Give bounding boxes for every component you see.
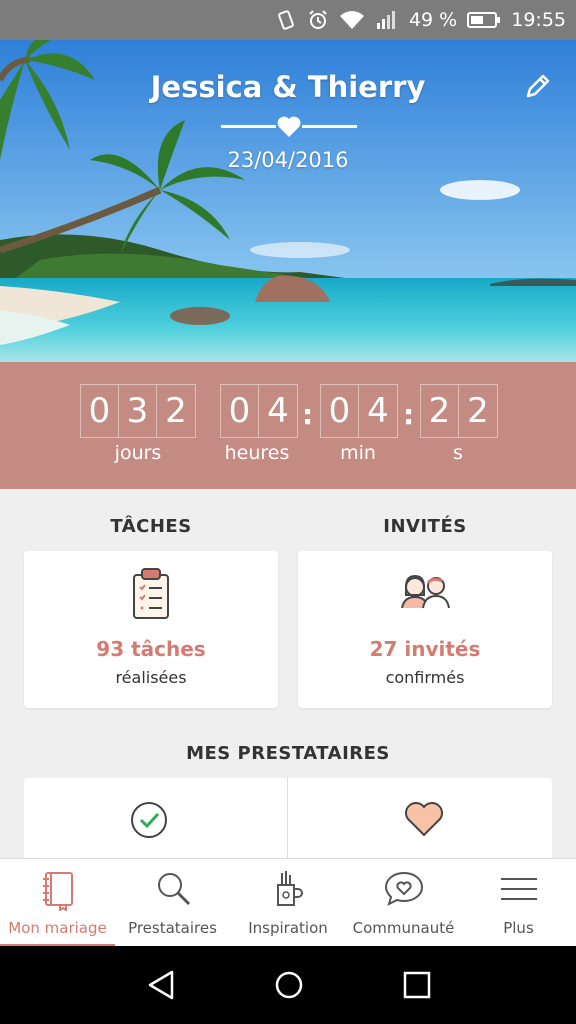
countdown-minutes: 0 4	[320, 384, 398, 438]
heart-icon	[277, 116, 301, 137]
alarm-icon	[309, 10, 327, 29]
signal-icon	[376, 11, 395, 29]
wedding-date: 23/04/2016	[227, 148, 349, 172]
nav-label: Communauté	[352, 919, 455, 937]
vibrate-icon	[278, 10, 294, 30]
back-icon[interactable]	[144, 968, 178, 1002]
status-bar: 49 % 19:55	[0, 0, 576, 40]
digit: 3	[119, 385, 157, 437]
digit: 4	[267, 391, 289, 431]
seconds-label: s	[453, 442, 463, 464]
digit: 2	[165, 391, 187, 431]
nav-plus[interactable]: Plus	[461, 859, 576, 947]
menu-icon	[500, 878, 537, 900]
pencil-icon[interactable]	[522, 70, 554, 102]
wifi-icon	[339, 11, 364, 29]
guests-card[interactable]: 27 invités confirmés	[298, 551, 552, 708]
colon: :	[302, 398, 314, 431]
couple-names: Jessica & Thierry	[150, 70, 426, 104]
digit: 0	[221, 385, 259, 437]
countdown: 0 3 2 0 4 : 0 4 : 2 2 jours heures min s	[0, 362, 576, 489]
digit: 2	[467, 391, 489, 431]
guests-count: 27 invités	[369, 637, 481, 661]
countdown-days: 0 3 2	[80, 384, 196, 438]
chat-heart-icon	[384, 871, 423, 906]
tasks-count: 93 tâches	[96, 637, 206, 661]
days-label: jours	[114, 442, 162, 464]
recents-icon[interactable]	[400, 968, 434, 1002]
battery-icon	[467, 12, 501, 28]
hero-banner: Jessica & Thierry 23/04/2016	[0, 40, 576, 362]
tasks-sub: réalisées	[115, 668, 187, 687]
notebook-icon	[42, 872, 73, 911]
pencil-cup-icon	[277, 871, 303, 906]
tasks-title: TÂCHES	[110, 516, 192, 537]
nav-mon-mariage[interactable]: Mon mariage	[0, 859, 115, 947]
nav-label: Plus	[503, 919, 534, 937]
tasks-card[interactable]: 93 tâches réalisées	[24, 551, 278, 708]
nav-label: Prestataires	[128, 919, 217, 937]
guests-title: INVITÉS	[383, 516, 467, 537]
countdown-hours: 0 4	[220, 384, 298, 438]
nav-inspiration[interactable]: Inspiration	[230, 859, 346, 947]
check-circle-icon	[131, 802, 167, 838]
vendors-card[interactable]	[24, 778, 552, 860]
clock: 19:55	[511, 9, 566, 31]
nav-label: Mon mariage	[8, 919, 107, 937]
battery-percent: 49 %	[408, 9, 458, 31]
minutes-label: min	[340, 442, 376, 464]
colon: :	[403, 398, 415, 431]
home-icon[interactable]	[272, 968, 306, 1002]
search-icon	[157, 873, 190, 906]
digit: 2	[421, 385, 459, 437]
digit: 4	[367, 391, 389, 431]
countdown-seconds: 2 2	[420, 384, 498, 438]
status-bar-icons: 49 % 19:55	[275, 0, 566, 40]
nav-label: Inspiration	[248, 919, 328, 937]
couple-icon	[401, 574, 450, 609]
android-nav-bar	[0, 946, 576, 1024]
nav-communaute[interactable]: Communauté	[346, 859, 461, 947]
heart-divider	[221, 116, 357, 137]
hours-label: heures	[224, 442, 290, 464]
guests-sub: confirmés	[385, 668, 465, 687]
digit: 0	[81, 385, 119, 437]
vendors-title: MES PRESTATAIRES	[186, 743, 390, 764]
nav-prestataires[interactable]: Prestataires	[115, 859, 230, 947]
bottom-nav: Mon mariage Prestataires Inspiration Com…	[0, 858, 576, 947]
digit: 0	[321, 385, 359, 437]
heart-icon	[405, 802, 443, 837]
clipboard-icon	[133, 568, 169, 619]
